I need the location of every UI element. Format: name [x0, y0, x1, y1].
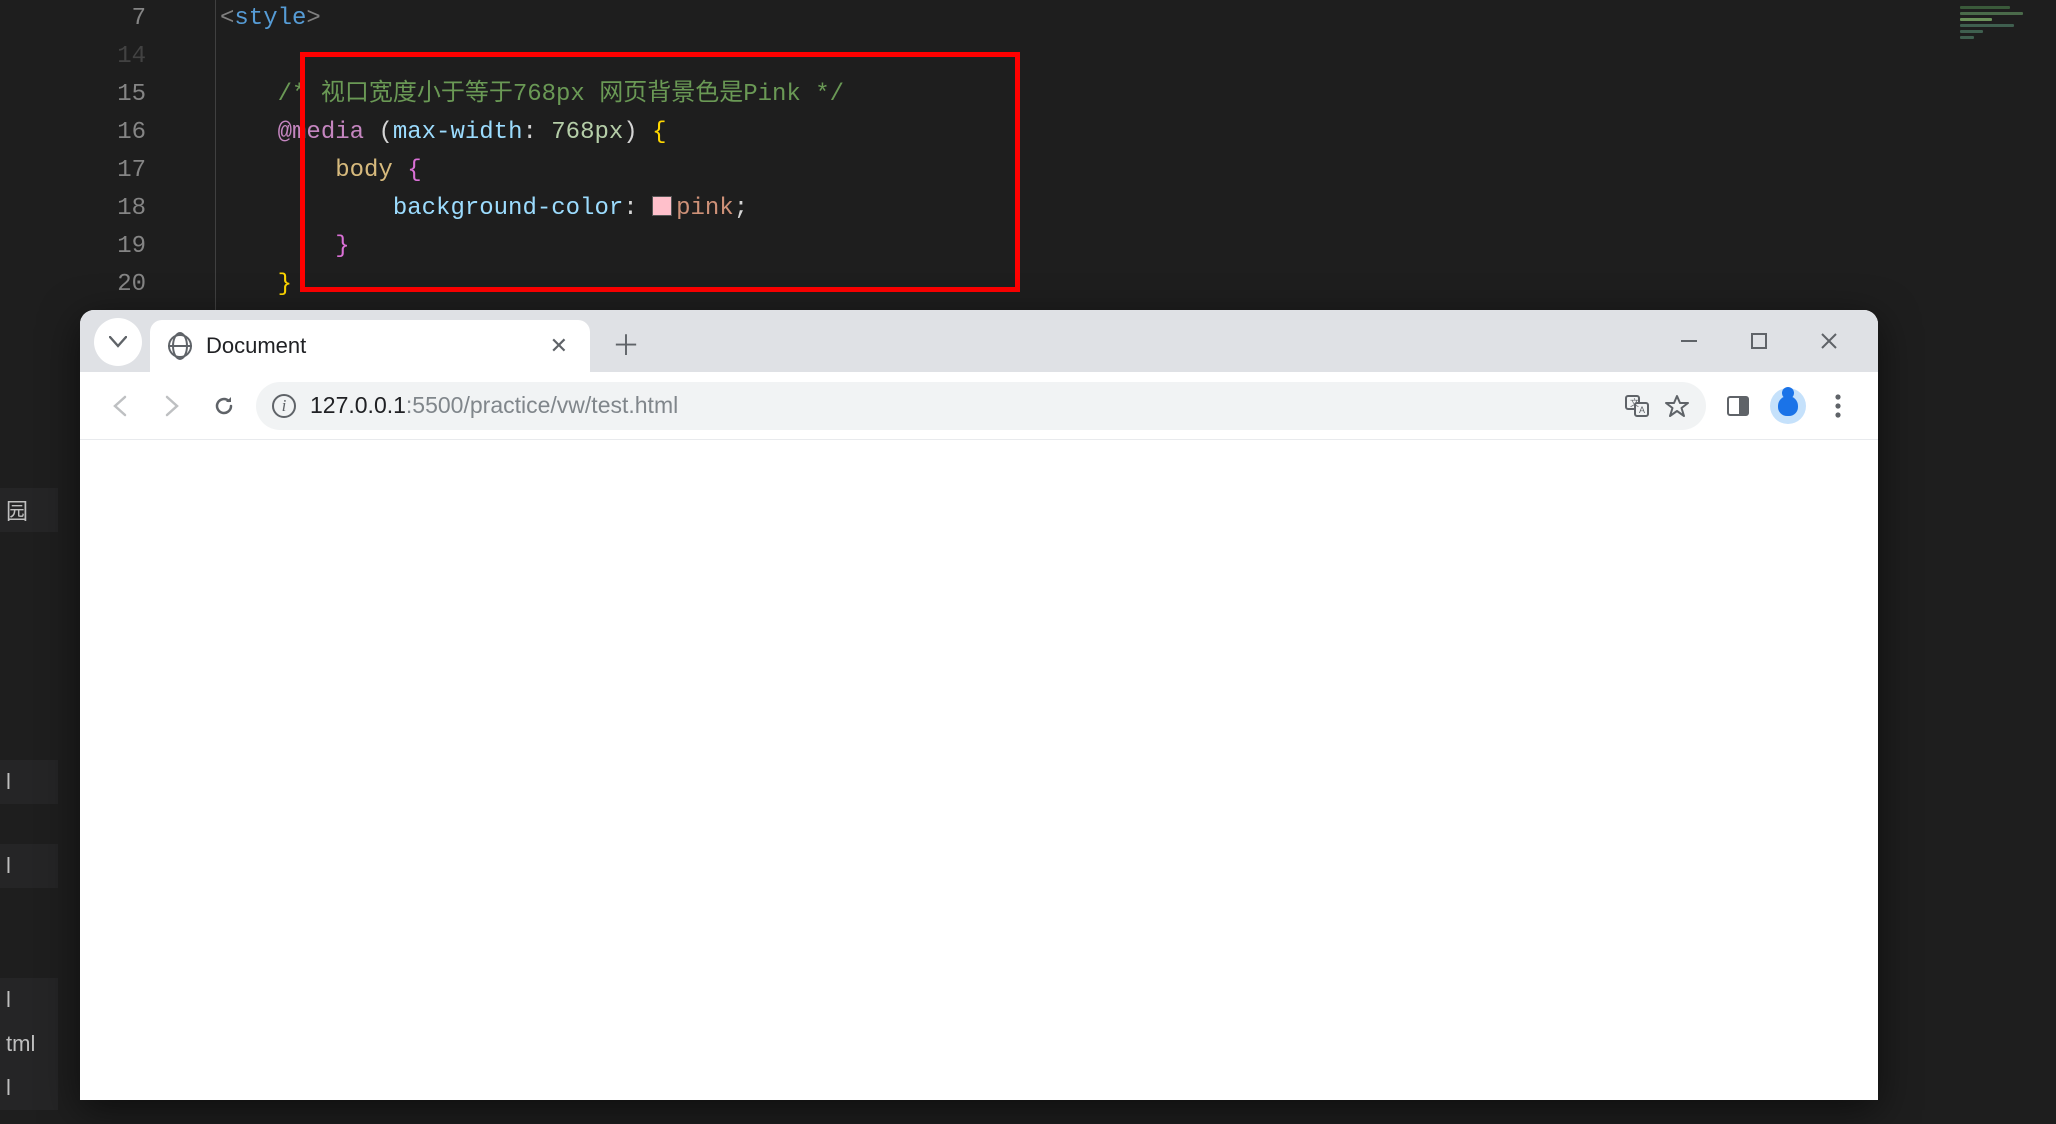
address-bar[interactable]: i 127.0.0.1:5500/practice/vw/test.html 文…: [256, 382, 1706, 430]
line-number: 14: [0, 38, 190, 76]
tab-search-button[interactable]: [94, 318, 142, 366]
line-number: 19: [0, 228, 190, 266]
translate-icon[interactable]: 文A: [1624, 393, 1650, 419]
line-number: 7: [0, 0, 190, 38]
code-line[interactable]: <style>: [190, 0, 321, 38]
line-number: 17: [0, 152, 190, 190]
close-tab-button[interactable]: ✕: [542, 329, 576, 363]
sidebar-fragment[interactable]: l: [0, 844, 58, 888]
new-tab-button[interactable]: ＋: [606, 324, 646, 364]
bookmark-star-icon[interactable]: [1664, 393, 1690, 419]
svg-text:A: A: [1639, 405, 1645, 415]
code-editor[interactable]: 7 <style> 14 15 /* 视口宽度小于等于768px 网页背景色是P…: [0, 0, 2056, 320]
url-text: 127.0.0.1:5500/practice/vw/test.html: [310, 392, 678, 419]
line-number: 20: [0, 266, 190, 304]
side-panel-icon[interactable]: [1718, 386, 1758, 426]
code-line[interactable]: background-color: pink;: [190, 190, 748, 228]
browser-tabstrip: Document ✕ ＋: [80, 310, 1878, 372]
reload-button[interactable]: [204, 386, 244, 426]
browser-tab[interactable]: Document ✕: [150, 320, 590, 372]
page-viewport[interactable]: [80, 440, 1878, 1100]
sidebar-fragment[interactable]: 园: [0, 488, 58, 532]
sidebar-fragment[interactable]: l: [0, 978, 58, 1022]
minimap[interactable]: [1960, 6, 2050, 66]
globe-icon: [168, 334, 192, 358]
window-minimize-button[interactable]: [1676, 331, 1702, 351]
window-maximize-button[interactable]: [1746, 332, 1772, 350]
code-line[interactable]: body {: [190, 152, 422, 190]
tab-title: Document: [206, 333, 528, 359]
site-info-icon[interactable]: i: [272, 394, 296, 418]
code-line[interactable]: }: [190, 228, 350, 266]
color-swatch-icon[interactable]: [652, 196, 672, 216]
forward-button[interactable]: [152, 386, 192, 426]
sidebar-fragment[interactable]: l: [0, 760, 58, 804]
svg-text:文: 文: [1630, 397, 1639, 408]
line-number: 16: [0, 114, 190, 152]
line-number: 18: [0, 190, 190, 228]
back-button[interactable]: [100, 386, 140, 426]
profile-avatar[interactable]: [1770, 388, 1806, 424]
code-line[interactable]: }: [190, 266, 292, 304]
sidebar-fragment[interactable]: l: [0, 1066, 58, 1110]
browser-window: Document ✕ ＋ i 127.0.0.1:5: [80, 310, 1878, 1100]
browser-toolbar: i 127.0.0.1:5500/practice/vw/test.html 文…: [80, 372, 1878, 440]
code-line[interactable]: @media (max-width: 768px) {: [190, 114, 667, 152]
window-close-button[interactable]: [1816, 331, 1842, 351]
menu-kebab-icon[interactable]: [1818, 386, 1858, 426]
line-number: 15: [0, 76, 190, 114]
code-line[interactable]: /* 视口宽度小于等于768px 网页背景色是Pink */: [190, 76, 844, 114]
sidebar-fragment[interactable]: tml: [0, 1022, 58, 1066]
